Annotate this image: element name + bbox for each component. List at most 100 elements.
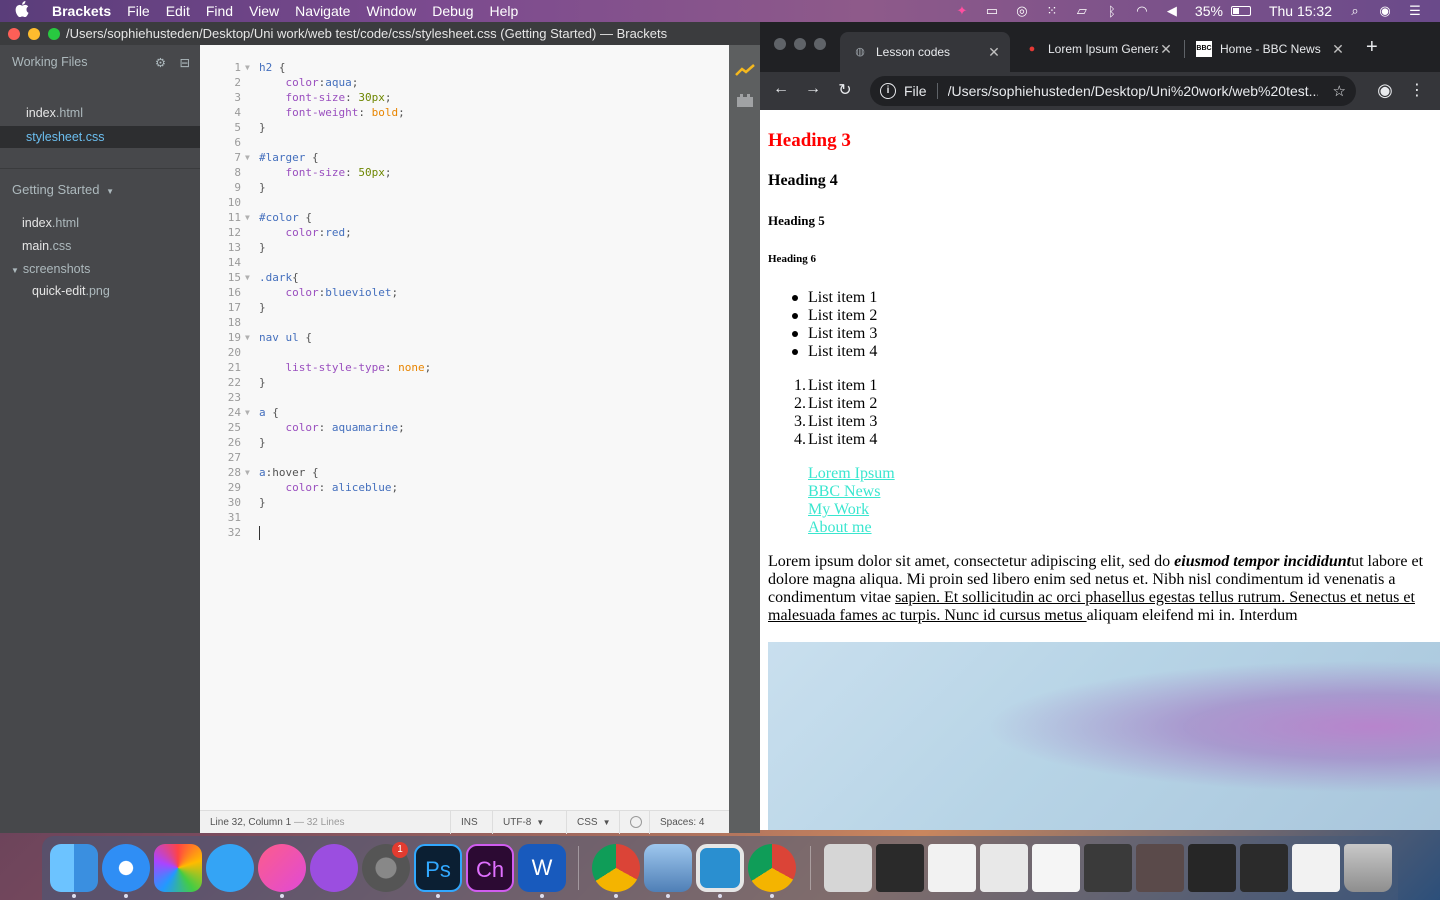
brackets-icon[interactable] [696,844,744,892]
project-title[interactable]: Getting Started ▼ [12,182,114,197]
volume-icon[interactable]: ◀ [1157,3,1187,19]
preview-icon[interactable] [644,844,692,892]
clock[interactable]: Thu 15:32 [1251,3,1340,19]
nav-link-my-work[interactable]: My Work [808,501,869,519]
minimized-window-thumbnail[interactable] [1188,844,1236,892]
display-icon[interactable]: ▭ [977,3,1007,19]
project-folder-screenshots[interactable]: ▼ screenshots [11,262,90,276]
encoding-dropdown[interactable]: UTF-8 ▼ [492,810,566,834]
nav-link-bbc-news[interactable]: BBC News [808,483,880,501]
minimized-window-thumbnail[interactable] [1136,844,1184,892]
zoom-window-button[interactable] [814,38,826,50]
forward-arrow-icon[interactable]: → [802,80,824,98]
app-status-icon[interactable]: ✦ [947,3,977,19]
word-icon[interactable]: W [518,844,566,892]
fold-arrow-icon[interactable]: ▼ [245,60,250,75]
minimized-window-thumbnail[interactable] [1292,844,1340,892]
back-arrow-icon[interactable]: ← [770,80,792,98]
character-animator-icon[interactable]: Ch [466,844,514,892]
photoshop-icon[interactable]: Ps [414,844,462,892]
chrome-icon[interactable] [592,844,640,892]
podcasts-icon[interactable] [310,844,358,892]
menu-debug[interactable]: Debug [424,3,481,19]
insert-mode-toggle[interactable]: INS [450,810,492,834]
fold-arrow-icon[interactable]: ▼ [245,150,250,165]
zoom-window-button[interactable] [48,27,60,40]
project-file-index[interactable]: index.html [22,216,79,230]
reload-icon[interactable]: ↻ [834,80,856,100]
menu-view[interactable]: View [241,3,287,19]
messages-icon[interactable] [206,844,254,892]
safari-icon[interactable] [102,844,150,892]
menu-help[interactable]: Help [482,3,527,19]
project-file-main[interactable]: main.css [22,239,71,253]
photos-icon[interactable] [154,844,202,892]
fold-arrow-icon[interactable]: ▼ [245,210,250,225]
profile-avatar-icon[interactable]: ◉ [1374,80,1396,101]
chrome-canary-icon[interactable] [748,844,796,892]
minimize-window-button[interactable] [794,38,806,50]
indent-setting[interactable]: Spaces: 4 [649,810,714,834]
project-file-quick-edit[interactable]: quick-edit.png [32,284,110,298]
minimized-window-thumbnail[interactable] [876,844,924,892]
menu-file[interactable]: File [119,3,158,19]
battery-percent[interactable]: 35% [1187,3,1231,19]
close-tab-icon[interactable]: ✕ [1330,41,1346,58]
tab-lesson-codes[interactable]: ◍ Lesson codes ✕ [840,32,1010,72]
close-tab-icon[interactable]: ✕ [986,44,1002,61]
nav-link-lorem-ipsum[interactable]: Lorem Ipsum [808,465,895,483]
split-view-icon[interactable]: ⊟ [180,56,190,70]
close-tab-icon[interactable]: ✕ [1158,41,1174,58]
menu-navigate[interactable]: Navigate [287,3,358,19]
downloads-folder-icon[interactable] [824,844,872,892]
code-text: list-style-type: none; [285,361,432,374]
extension-manager-icon[interactable] [735,93,755,111]
siri-icon[interactable]: ◉ [1370,3,1400,19]
gear-icon[interactable]: ⚙ [155,56,166,70]
music-icon[interactable] [258,844,306,892]
minimized-window-thumbnail[interactable] [1240,844,1288,892]
battery-icon[interactable] [1230,6,1251,16]
fold-arrow-icon[interactable]: ▼ [245,465,250,480]
finder-icon[interactable] [50,844,98,892]
spotlight-icon[interactable]: ⌕ [1340,3,1370,19]
close-window-button[interactable] [774,38,786,50]
apple-icon[interactable] [0,0,44,22]
menu-app-name[interactable]: Brackets [44,3,119,19]
minimized-window-thumbnail[interactable] [1032,844,1080,892]
wifi-icon[interactable]: ◠ [1127,3,1157,19]
info-icon[interactable]: i [880,83,896,99]
bookmark-star-icon[interactable]: ☆ [1333,82,1346,100]
working-file-index[interactable]: index.html [26,106,83,120]
fold-arrow-icon[interactable]: ▼ [245,405,250,420]
menu-window[interactable]: Window [358,3,424,19]
more-menu-icon[interactable]: ⋮ [1406,80,1428,100]
new-tab-plus-icon[interactable]: + [1366,36,1378,59]
live-preview-icon[interactable] [735,63,755,81]
menu-edit[interactable]: Edit [158,3,198,19]
language-dropdown[interactable]: CSS ▼ [566,810,619,834]
trash-icon[interactable] [1344,844,1392,892]
address-bar[interactable]: i File /Users/sophiehusteden/Desktop/Uni… [870,76,1356,106]
working-file-stylesheet[interactable]: stylesheet.css [0,126,200,148]
minimized-window-thumbnail[interactable] [1084,844,1132,892]
bluetooth-icon[interactable]: ᛒ [1097,4,1127,19]
tab-lorem-ipsum[interactable]: ● Lorem Ipsum Generator ✕ [1012,32,1182,66]
airplay-icon[interactable]: ▱ [1067,3,1097,19]
minimized-window-thumbnail[interactable] [928,844,976,892]
lint-status[interactable] [619,810,649,834]
notification-center-icon[interactable]: ☰ [1400,3,1430,19]
minimized-window-thumbnail[interactable] [980,844,1028,892]
fold-arrow-icon[interactable]: ▼ [245,270,250,285]
creative-cloud-icon[interactable]: ◎ [1007,3,1037,19]
close-window-button[interactable] [8,27,20,40]
minimize-window-button[interactable] [28,27,40,40]
nav-link-about-me[interactable]: About me [808,519,872,537]
menu-find[interactable]: Find [198,3,241,19]
grid-dots-icon[interactable]: ⁙ [1037,3,1067,19]
fold-arrow-icon[interactable]: ▼ [245,330,250,345]
cursor-position[interactable]: Line 32, Column 1 — 32 Lines [200,811,450,834]
code-editor[interactable]: 1 ▼ h2 { 2 color:aqua; 3 font-size: 30px; … [200,45,729,810]
chevron-down-icon: ▼ [536,817,545,827]
tab-bbc-news[interactable]: BBC Home - BBC News ✕ [1184,32,1356,66]
